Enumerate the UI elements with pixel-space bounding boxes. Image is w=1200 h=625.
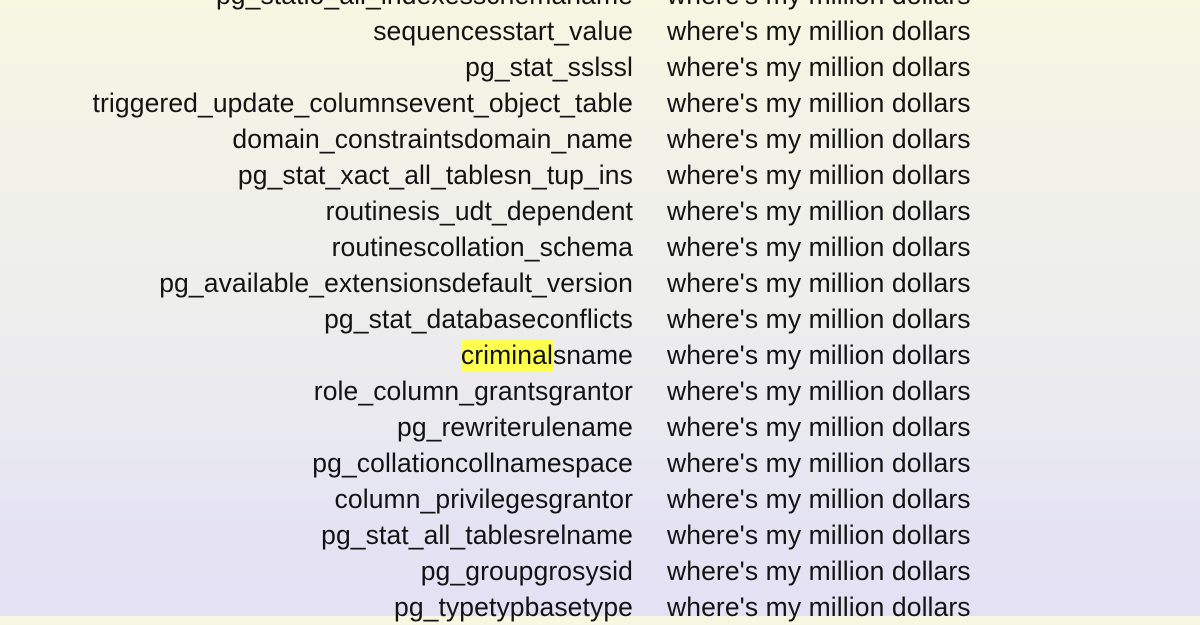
- row-identifier-text: role_column_grantsgrantor: [313, 376, 633, 406]
- row-identifier-text: pg_available_extensionsdefault_version: [159, 268, 633, 298]
- table-row[interactable]: pg_stat_xact_all_tablesn_tup_ins where's …: [0, 157, 1200, 193]
- row-note: where's my million dollars: [667, 448, 971, 478]
- row-note: where's my million dollars: [667, 160, 971, 190]
- table-row[interactable]: domain_constraintsdomain_name where's my …: [0, 121, 1200, 157]
- row-note: where's my million dollars: [667, 0, 971, 13]
- row-identifier-text: pg_collationcollnamespace: [312, 448, 633, 478]
- results-list[interactable]: pg_statio_all_indexesschemaname where's m…: [0, 0, 1200, 625]
- row-identifier-text: pg_rewriterulename: [396, 412, 633, 442]
- table-row[interactable]: routinesis_udt_dependent where's my milli…: [0, 193, 1200, 229]
- row-identifier-text: sequencesstart_value: [373, 16, 633, 46]
- row-identifier-text: pg_groupgrosysid: [420, 556, 633, 586]
- row-identifier-text: pg_statio_all_indexesschemaname: [216, 0, 633, 13]
- row-identifier-suffix: sname: [552, 340, 633, 370]
- table-row[interactable]: pg_rewriterulename where's my million dol…: [0, 409, 1200, 445]
- table-row[interactable]: pg_available_extensionsdefault_version wh…: [0, 265, 1200, 301]
- row-identifier-text: pg_stat_sslssl: [465, 52, 633, 82]
- row-note: where's my million dollars: [667, 412, 971, 442]
- row-identifier-text: pg_typetypbasetype: [393, 592, 633, 622]
- page-canvas: pg_statio_all_indexesschemaname where's m…: [0, 0, 1200, 622]
- row-identifier-text: triggered_update_columnsevent_object_tab…: [92, 88, 633, 118]
- row-note: where's my million dollars: [667, 520, 971, 550]
- row-note: where's my million dollars: [667, 232, 971, 262]
- table-row[interactable]: triggered_update_columnsevent_object_tab…: [0, 85, 1200, 121]
- row-identifier: routinesis_udt_dependent: [0, 193, 633, 229]
- row-note: where's my million dollars: [667, 376, 971, 406]
- row-identifier: pg_rewriterulename: [0, 409, 633, 445]
- row-note: where's my million dollars: [667, 196, 971, 226]
- row-identifier: routinescollation_schema: [0, 229, 633, 265]
- row-note: where's my million dollars: [667, 16, 971, 46]
- row-identifier: pg_typetypbasetype: [0, 589, 633, 625]
- row-note: where's my million dollars: [667, 484, 971, 514]
- row-note: where's my million dollars: [667, 88, 971, 118]
- row-identifier: column_privilegesgrantor: [0, 481, 633, 517]
- row-identifier-text: routinescollation_schema: [331, 232, 633, 262]
- row-identifier: triggered_update_columnsevent_object_tab…: [0, 85, 633, 121]
- table-row[interactable]: column_privilegesgrantor where's my milli…: [0, 481, 1200, 517]
- row-identifier-text: routinesis_udt_dependent: [325, 196, 633, 226]
- row-note: where's my million dollars: [667, 556, 971, 586]
- table-row[interactable]: pg_statio_all_indexesschemaname where's m…: [0, 0, 1200, 13]
- row-note: where's my million dollars: [667, 52, 971, 82]
- row-identifier: pg_collationcollnamespace: [0, 445, 633, 481]
- row-identifier: pg_statio_all_indexesschemaname: [0, 0, 633, 13]
- row-identifier-text: pg_stat_databaseconflicts: [324, 304, 633, 334]
- row-identifier-text: column_privilegesgrantor: [334, 484, 633, 514]
- table-row[interactable]: pg_stat_all_tablesrelname where's my mill…: [0, 517, 1200, 553]
- row-identifier-text: domain_constraintsdomain_name: [232, 124, 633, 154]
- row-identifier: pg_stat_xact_all_tablesn_tup_ins: [0, 157, 633, 193]
- row-identifier-text: pg_stat_xact_all_tablesn_tup_ins: [237, 160, 633, 190]
- row-note: where's my million dollars: [667, 124, 971, 154]
- row-identifier: pg_groupgrosysid: [0, 553, 633, 589]
- table-row[interactable]: pg_typetypbasetype where's my million dol…: [0, 589, 1200, 625]
- table-row[interactable]: criminalsname where's my million dollars: [0, 337, 1200, 373]
- row-identifier-text: pg_stat_all_tablesrelname: [321, 520, 633, 550]
- row-note: where's my million dollars: [667, 268, 971, 298]
- table-row[interactable]: routinescollation_schema where's my milli…: [0, 229, 1200, 265]
- row-identifier: domain_constraintsdomain_name: [0, 121, 633, 157]
- row-identifier: pg_stat_all_tablesrelname: [0, 517, 633, 553]
- row-identifier-text: criminalsname: [460, 337, 633, 373]
- table-row[interactable]: pg_collationcollnamespace where's my mill…: [0, 445, 1200, 481]
- row-identifier: sequencesstart_value: [0, 13, 633, 49]
- table-row[interactable]: pg_stat_sslssl where's my million dollars: [0, 49, 1200, 85]
- row-identifier: role_column_grantsgrantor: [0, 373, 633, 409]
- table-row[interactable]: sequencesstart_value where's my million d…: [0, 13, 1200, 49]
- row-note: where's my million dollars: [667, 304, 971, 334]
- row-identifier: pg_stat_sslssl: [0, 49, 633, 85]
- row-note: where's my million dollars: [667, 340, 971, 370]
- row-identifier: pg_available_extensionsdefault_version: [0, 265, 633, 301]
- row-identifier: pg_stat_databaseconflicts: [0, 301, 633, 337]
- table-row[interactable]: pg_groupgrosysid where's my million dolla…: [0, 553, 1200, 589]
- search-term-highlight: criminal: [460, 340, 553, 371]
- row-identifier: criminalsname: [0, 337, 633, 373]
- table-row[interactable]: pg_stat_databaseconflicts where's my mill…: [0, 301, 1200, 337]
- table-row[interactable]: role_column_grantsgrantor where's my mill…: [0, 373, 1200, 409]
- row-note: where's my million dollars: [667, 592, 971, 622]
